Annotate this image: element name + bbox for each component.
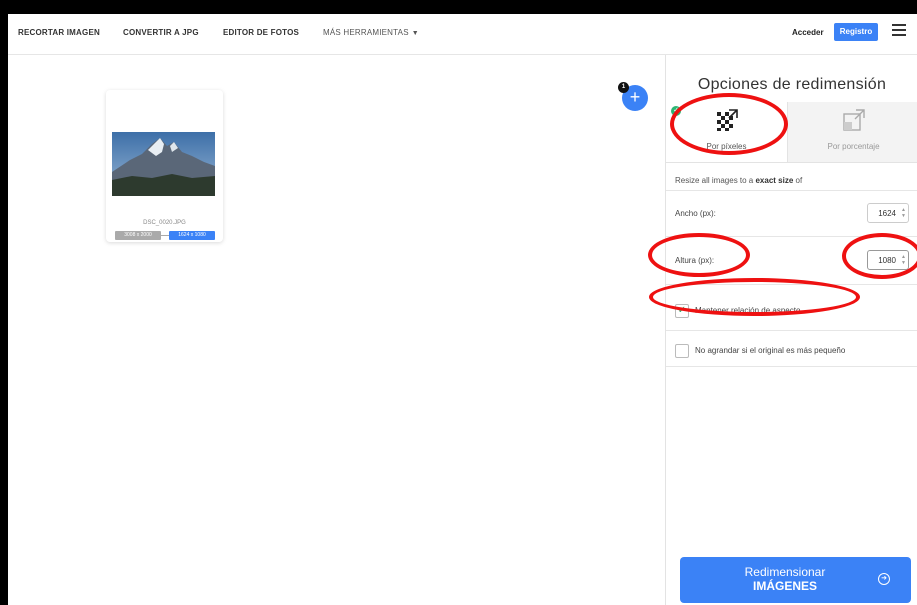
nav-more-tools-label: MÁS HERRAMIENTAS — [323, 28, 409, 37]
no-enlarge-row: No agrandar si el original es más pequeñ… — [666, 331, 917, 367]
tab-by-percentage-label: Por porcentaje — [827, 142, 880, 151]
keep-aspect-checkbox[interactable]: ✓ — [675, 304, 689, 318]
resize-button-line1: Redimensionar — [744, 565, 826, 579]
image-card[interactable]: DSC_0020.JPG 3008 x 2000 1624 x 1080 — [106, 90, 223, 242]
resize-options-panel: Opciones de redimensión ✓ Por píxeles Po… — [665, 55, 917, 605]
height-input[interactable]: 1080 ▲ ▼ — [867, 250, 909, 270]
percent-resize-icon — [843, 109, 865, 131]
size-connector — [161, 235, 169, 236]
nav-crop-image[interactable]: RECORTAR IMAGEN — [18, 28, 100, 37]
tab-by-percentage[interactable]: Por porcentaje — [787, 102, 917, 162]
height-spinner-icon[interactable]: ▲ ▼ — [901, 254, 906, 266]
app-window: RECORTAR IMAGEN CONVERTIR A JPG EDITOR D… — [8, 14, 917, 605]
hamburger-menu-icon[interactable] — [892, 24, 906, 38]
nav-convert-jpg[interactable]: CONVERTIR A JPG — [123, 28, 199, 37]
width-input[interactable]: 1624 ▲ ▼ — [867, 203, 909, 223]
height-value: 1080 — [878, 256, 896, 265]
panel-title: Opciones de redimensión — [697, 76, 887, 93]
new-size-badge: 1624 x 1080 — [169, 231, 215, 240]
height-row: Altura (px): 1080 ▲ ▼ — [666, 236, 917, 285]
file-name: DSC_0020.JPG — [143, 220, 186, 226]
file-count-badge: 1 — [618, 82, 629, 93]
tab-by-pixels[interactable]: ✓ Por píxeles — [666, 102, 787, 162]
resize-button-text: Redimensionar IMÁGENES — [680, 565, 890, 593]
keep-aspect-row: ✓ Mantener relación de aspecto — [666, 285, 917, 331]
width-label: Ancho (px): — [675, 209, 716, 218]
nav-photo-editor[interactable]: EDITOR DE FOTOS — [223, 28, 299, 37]
no-enlarge-checkbox[interactable] — [675, 344, 689, 358]
top-nav: RECORTAR IMAGEN CONVERTIR A JPG EDITOR D… — [8, 14, 917, 55]
resize-button-line2: IMÁGENES — [752, 579, 817, 593]
resize-mode-tabs: ✓ Por píxeles Por porcentaje — [666, 102, 917, 163]
tab-by-pixels-label: Por píxeles — [706, 142, 747, 151]
width-spinner-icon[interactable]: ▲ ▼ — [901, 207, 906, 219]
image-workspace: + 1 DSC_0020.JPG 3008 x 2000 1624 x 1080 — [8, 55, 665, 605]
pixel-resize-icon — [717, 109, 738, 131]
height-label: Altura (px): — [675, 256, 715, 265]
resize-description: Resize all images to a exact size of — [675, 176, 803, 185]
keep-aspect-label[interactable]: Mantener relación de aspecto — [695, 306, 800, 315]
nav-more-tools[interactable]: MÁS HERRAMIENTAS ▼ — [323, 28, 419, 37]
no-enlarge-label[interactable]: No agrandar si el original es más pequeñ… — [695, 346, 845, 355]
selected-check-icon: ✓ — [671, 106, 681, 116]
original-size-badge: 3008 x 2000 — [115, 231, 161, 240]
chevron-down-icon: ▼ — [411, 30, 419, 37]
width-row: Ancho (px): 1624 ▲ ▼ — [666, 190, 917, 237]
arrow-right-icon: ➜ — [878, 573, 890, 585]
register-button[interactable]: Registro — [834, 23, 878, 41]
width-value: 1624 — [878, 209, 896, 218]
image-thumbnail — [112, 132, 215, 196]
login-link[interactable]: Acceder — [792, 28, 824, 37]
resize-images-button[interactable]: Redimensionar IMÁGENES ➜ — [680, 557, 911, 603]
